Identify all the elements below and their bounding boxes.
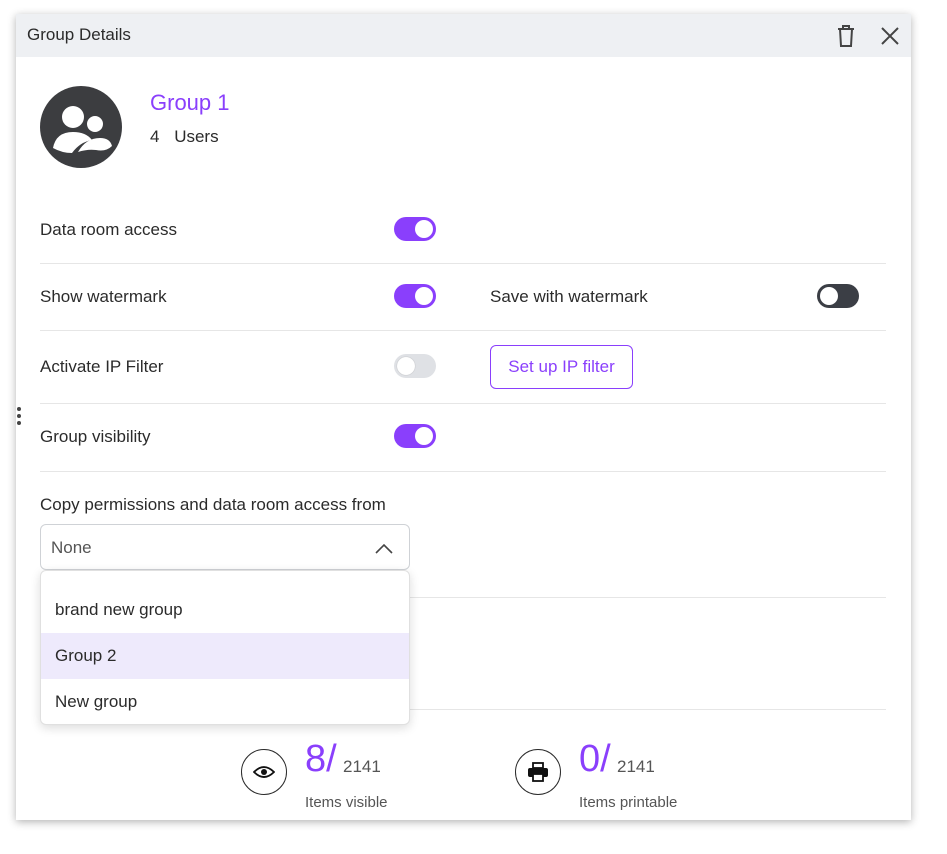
trash-icon[interactable] [833, 23, 859, 49]
eye-icon [241, 749, 287, 795]
copy-permissions-select[interactable]: None [40, 524, 410, 570]
user-count: 4 Users [150, 127, 219, 147]
select-value: None [51, 538, 92, 557]
copy-permissions-dropdown: brand new group Group 2 New group [40, 570, 410, 725]
close-icon[interactable] [877, 23, 903, 49]
option-label: brand new group [55, 600, 183, 619]
drag-handle-icon[interactable] [16, 406, 22, 426]
divider [40, 263, 886, 264]
visible-count: 8/ [305, 738, 337, 780]
copy-permissions-label: Copy permissions and data room access fr… [40, 495, 386, 514]
visible-value: 8 [305, 738, 327, 780]
group-name: Group 1 [150, 90, 230, 115]
show-watermark-label: Show watermark [40, 287, 167, 306]
activate-ip-filter-toggle[interactable] [394, 354, 436, 378]
user-count-label: Users [174, 127, 219, 146]
option-label: New group [55, 692, 138, 711]
dropdown-option-new-group[interactable]: New group [41, 679, 409, 724]
panel-header: Group Details [16, 14, 911, 57]
group-visibility-label: Group visibility [40, 427, 151, 446]
visible-total: 2141 [343, 757, 381, 776]
show-watermark-toggle[interactable] [394, 284, 436, 308]
dropdown-option-brand-new-group[interactable]: brand new group [41, 587, 409, 633]
user-count-number: 4 [150, 127, 160, 146]
group-visibility-toggle[interactable] [394, 424, 436, 448]
panel-title: Group Details [27, 25, 131, 44]
data-room-access-toggle[interactable] [394, 217, 436, 241]
option-label: Group 2 [55, 646, 117, 665]
data-room-access-label: Data room access [40, 220, 177, 239]
save-with-watermark-label: Save with watermark [490, 287, 648, 306]
printer-icon [515, 749, 561, 795]
printable-value: 0 [579, 738, 601, 780]
printable-total: 2141 [617, 757, 655, 776]
save-with-watermark-toggle[interactable] [817, 284, 859, 308]
group-details-panel: Group Details Group 1 4 Users Data room [16, 14, 911, 820]
printable-count: 0/ [579, 738, 611, 780]
divider [40, 330, 886, 331]
activate-ip-filter-label: Activate IP Filter [40, 357, 164, 376]
group-avatar-icon [40, 86, 122, 168]
dropdown-option-group-2[interactable]: Group 2 [41, 633, 409, 679]
set-up-ip-filter-button[interactable]: Set up IP filter [490, 345, 633, 389]
chevron-up-icon [375, 541, 393, 559]
divider [40, 471, 886, 472]
printable-caption: Items printable [579, 794, 678, 811]
divider [40, 403, 886, 404]
visible-caption: Items visible [305, 794, 388, 811]
